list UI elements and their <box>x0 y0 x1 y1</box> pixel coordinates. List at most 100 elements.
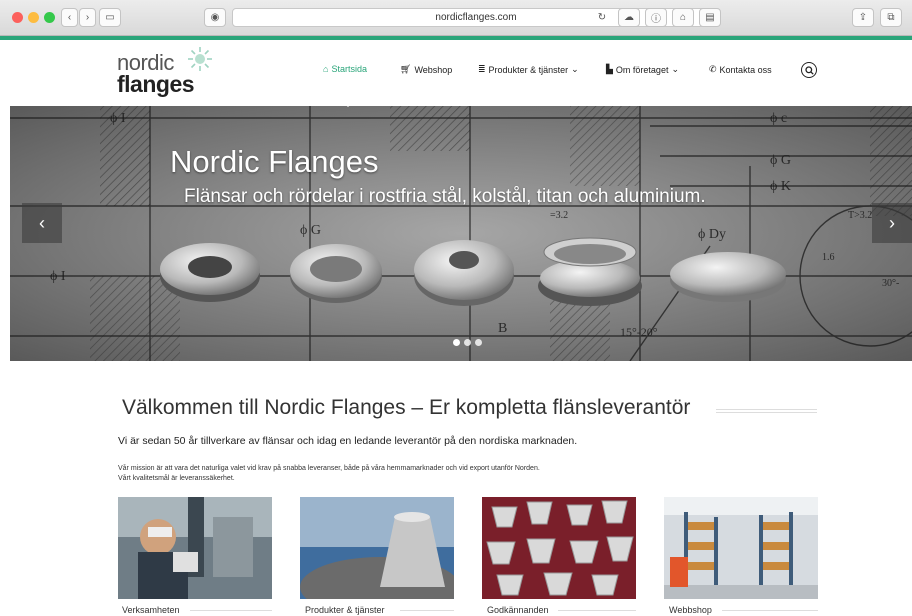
drawing-label: 15°-20° <box>620 325 658 339</box>
shield-icon: ◉ <box>210 12 220 23</box>
cloud-button[interactable]: ☁ <box>618 8 640 27</box>
logo-sun-icon <box>188 47 212 71</box>
home-icon: ⌂ <box>679 12 687 23</box>
chevron-left-icon: ‹ <box>67 12 72 23</box>
card-produkter-image[interactable] <box>300 497 454 599</box>
nav-kontakta[interactable]: ✆ Kontakta oss <box>709 64 772 75</box>
nav-webshop[interactable]: 🛒︎ Webshop <box>400 64 452 75</box>
warehouse-photo <box>664 497 818 599</box>
forward-button[interactable]: › <box>79 8 96 27</box>
slider-prev-button[interactable]: ‹ <box>22 203 62 243</box>
card-divider <box>722 610 818 611</box>
info-icon: ⓘ <box>651 14 661 25</box>
slider-dot-1[interactable] <box>453 339 460 346</box>
chevron-left-icon: ‹ <box>39 212 45 233</box>
drawing-label: ϕ G <box>300 223 321 238</box>
worker-photo <box>118 497 272 599</box>
search-icon <box>804 65 814 75</box>
chevron-down-icon: ⌄ <box>671 64 679 74</box>
card-label-godkannanden[interactable]: Godkännanden <box>487 605 549 615</box>
tabs-button[interactable]: ⧉ <box>880 8 902 27</box>
info-button[interactable]: ⓘ <box>645 8 667 27</box>
mission-line: Vårt kvalitetsmål är leveranssäkerhet. <box>118 474 235 482</box>
close-window-icon[interactable] <box>12 12 23 23</box>
nav-startsida[interactable]: ⌂ Startsida <box>323 64 367 74</box>
card-label-verksamheten[interactable]: Verksamheten <box>122 605 180 615</box>
nav-label: Startsida <box>331 64 367 74</box>
drawing-label: T>3.2 <box>848 210 872 221</box>
url-text: nordicflanges.com <box>435 12 517 23</box>
privacy-button[interactable]: ◉ <box>204 8 226 27</box>
drawing-label: ϕ K <box>770 179 791 194</box>
nav-label: Webshop <box>414 64 453 75</box>
card-label-produkter[interactable]: Produkter & tjänster <box>305 605 385 615</box>
home-button[interactable]: ⌂ <box>672 8 694 27</box>
card-godkannanden-image[interactable] <box>482 497 636 599</box>
phone-icon: ✆ <box>709 64 717 74</box>
drawing-label: ϕ I <box>110 111 126 126</box>
chevron-right-icon: › <box>889 212 895 233</box>
drawing-label: 30°- <box>882 278 899 289</box>
title-divider <box>716 409 817 413</box>
nav-label: Produkter & tjänster <box>488 64 569 75</box>
hero-subtitle: Flänsar och rördelar i rostfria stål, ko… <box>184 186 706 207</box>
database-icon: ≣ <box>478 64 486 74</box>
cloud-icon: ☁ <box>624 12 634 23</box>
flange-photo <box>300 497 454 599</box>
drawing-label: ϕ Dy <box>698 227 726 242</box>
sidebar-icon: ▭ <box>105 12 115 23</box>
hero-slider: ϕ I ϕ c ϕ G ϕ K T>3.2 =3.2 ϕ G ϕ Dy 1.6 … <box>10 106 912 361</box>
intro-text: Vi är sedan 50 år tillverkare av flänsar… <box>118 435 578 447</box>
drawing-label: 1.6 <box>822 252 835 263</box>
active-nav-indicator <box>341 100 355 107</box>
card-verksamheten-image[interactable] <box>118 497 272 599</box>
zoom-window-icon[interactable] <box>44 12 55 23</box>
back-button[interactable]: ‹ <box>61 8 78 27</box>
printer-icon: ▤ <box>705 12 715 23</box>
reload-button[interactable]: ↻ <box>594 8 610 27</box>
hero-title: Nordic Flanges <box>170 144 379 179</box>
drawing-label: ϕ G <box>770 153 791 168</box>
trophies-photo <box>482 497 636 599</box>
nav-label: Om företaget <box>615 64 669 75</box>
search-button[interactable] <box>801 62 817 78</box>
drawing-label: ϕ I <box>50 269 66 284</box>
flange-image <box>670 252 786 302</box>
nav-produkter[interactable]: ≣ Produkter & tjänster ⌄ <box>478 64 579 75</box>
industry-icon: ▙ <box>606 64 613 74</box>
home-icon: ⌂ <box>323 64 329 74</box>
flange-image <box>160 243 260 302</box>
flange-image <box>290 244 382 303</box>
card-divider <box>190 610 272 611</box>
browser-toolbar: ‹ › ▭ ◉ nordicflanges.com ↻ ☁ ⓘ ⌂ ▤ ⇪ ⧉ <box>0 0 912 36</box>
page-title: Välkommen till Nordic Flanges – Er kompl… <box>122 396 691 419</box>
sidebar-button[interactable]: ▭ <box>99 8 121 27</box>
technical-drawing-background: ϕ I ϕ c ϕ G ϕ K T>3.2 =3.2 ϕ G ϕ Dy 1.6 … <box>10 106 912 361</box>
share-icon: ⇪ <box>858 12 868 23</box>
logo-text-bottom[interactable]: flanges <box>117 71 195 98</box>
share-button[interactable]: ⇪ <box>852 8 874 27</box>
slider-dot-2[interactable] <box>464 339 471 346</box>
card-label-webbshop[interactable]: Webbshop <box>669 605 712 615</box>
minimize-window-icon[interactable] <box>28 12 39 23</box>
slider-dot-3[interactable] <box>475 339 482 346</box>
flange-image <box>414 240 514 306</box>
nav-om-foretaget[interactable]: ▙ Om företaget ⌄ <box>606 64 679 75</box>
nav-label: Kontakta oss <box>719 64 772 75</box>
drawing-label: ϕ c <box>770 111 787 126</box>
reload-icon: ↻ <box>597 12 607 23</box>
mission-line: Vår mission är att vara det naturliga va… <box>118 465 540 472</box>
card-webbshop-image[interactable] <box>664 497 818 599</box>
card-divider <box>400 610 454 611</box>
card-divider <box>558 610 636 611</box>
chevron-down-icon: ⌄ <box>571 64 579 74</box>
flange-image <box>538 237 642 306</box>
drawing-label: =3.2 <box>550 210 568 221</box>
slider-next-button[interactable]: › <box>872 203 912 243</box>
print-button[interactable]: ▤ <box>699 8 721 27</box>
cart-icon: 🛒︎ <box>400 64 412 74</box>
drawing-label: B <box>498 321 507 336</box>
mission-text: Vår mission är att vara det naturliga va… <box>118 464 540 483</box>
chevron-right-icon: › <box>85 12 90 23</box>
tabs-icon: ⧉ <box>887 12 895 23</box>
